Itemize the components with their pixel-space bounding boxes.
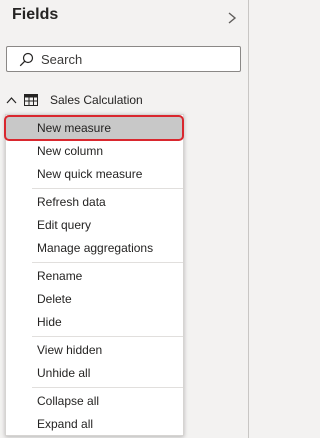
pane-title: Fields	[12, 6, 59, 23]
menu-item-new-column[interactable]: New column	[6, 140, 183, 162]
menu-separator	[32, 387, 183, 388]
menu-item-expand-all[interactable]: Expand all	[6, 413, 183, 435]
chevron-up-icon[interactable]	[6, 96, 17, 104]
menu-separator	[32, 188, 183, 189]
menu-separator	[32, 262, 183, 263]
table-icon	[24, 94, 38, 106]
chevron-right-icon[interactable]	[225, 11, 239, 25]
menu-item-rename[interactable]: Rename	[6, 265, 183, 287]
menu-item-collapse-all[interactable]: Collapse all	[6, 390, 183, 412]
search-input[interactable]	[41, 47, 236, 71]
menu-item-edit-query[interactable]: Edit query	[6, 214, 183, 236]
menu-item-hide[interactable]: Hide	[6, 311, 183, 333]
menu-item-delete[interactable]: Delete	[6, 288, 183, 310]
search-icon	[19, 52, 34, 67]
table-name: Sales Calculation	[50, 93, 143, 107]
search-box[interactable]	[6, 46, 241, 72]
menu-item-refresh-data[interactable]: Refresh data	[6, 191, 183, 213]
context-menu: New measure New column New quick measure…	[5, 114, 184, 436]
menu-item-unhide-all[interactable]: Unhide all	[6, 362, 183, 384]
menu-separator	[32, 336, 183, 337]
menu-item-manage-aggregations[interactable]: Manage aggregations	[6, 237, 183, 259]
table-sales-calculation[interactable]: Sales Calculation	[0, 90, 240, 110]
menu-item-view-hidden[interactable]: View hidden	[6, 339, 183, 361]
menu-item-new-measure[interactable]: New measure	[6, 117, 183, 139]
menu-item-new-quick-measure[interactable]: New quick measure	[6, 163, 183, 185]
